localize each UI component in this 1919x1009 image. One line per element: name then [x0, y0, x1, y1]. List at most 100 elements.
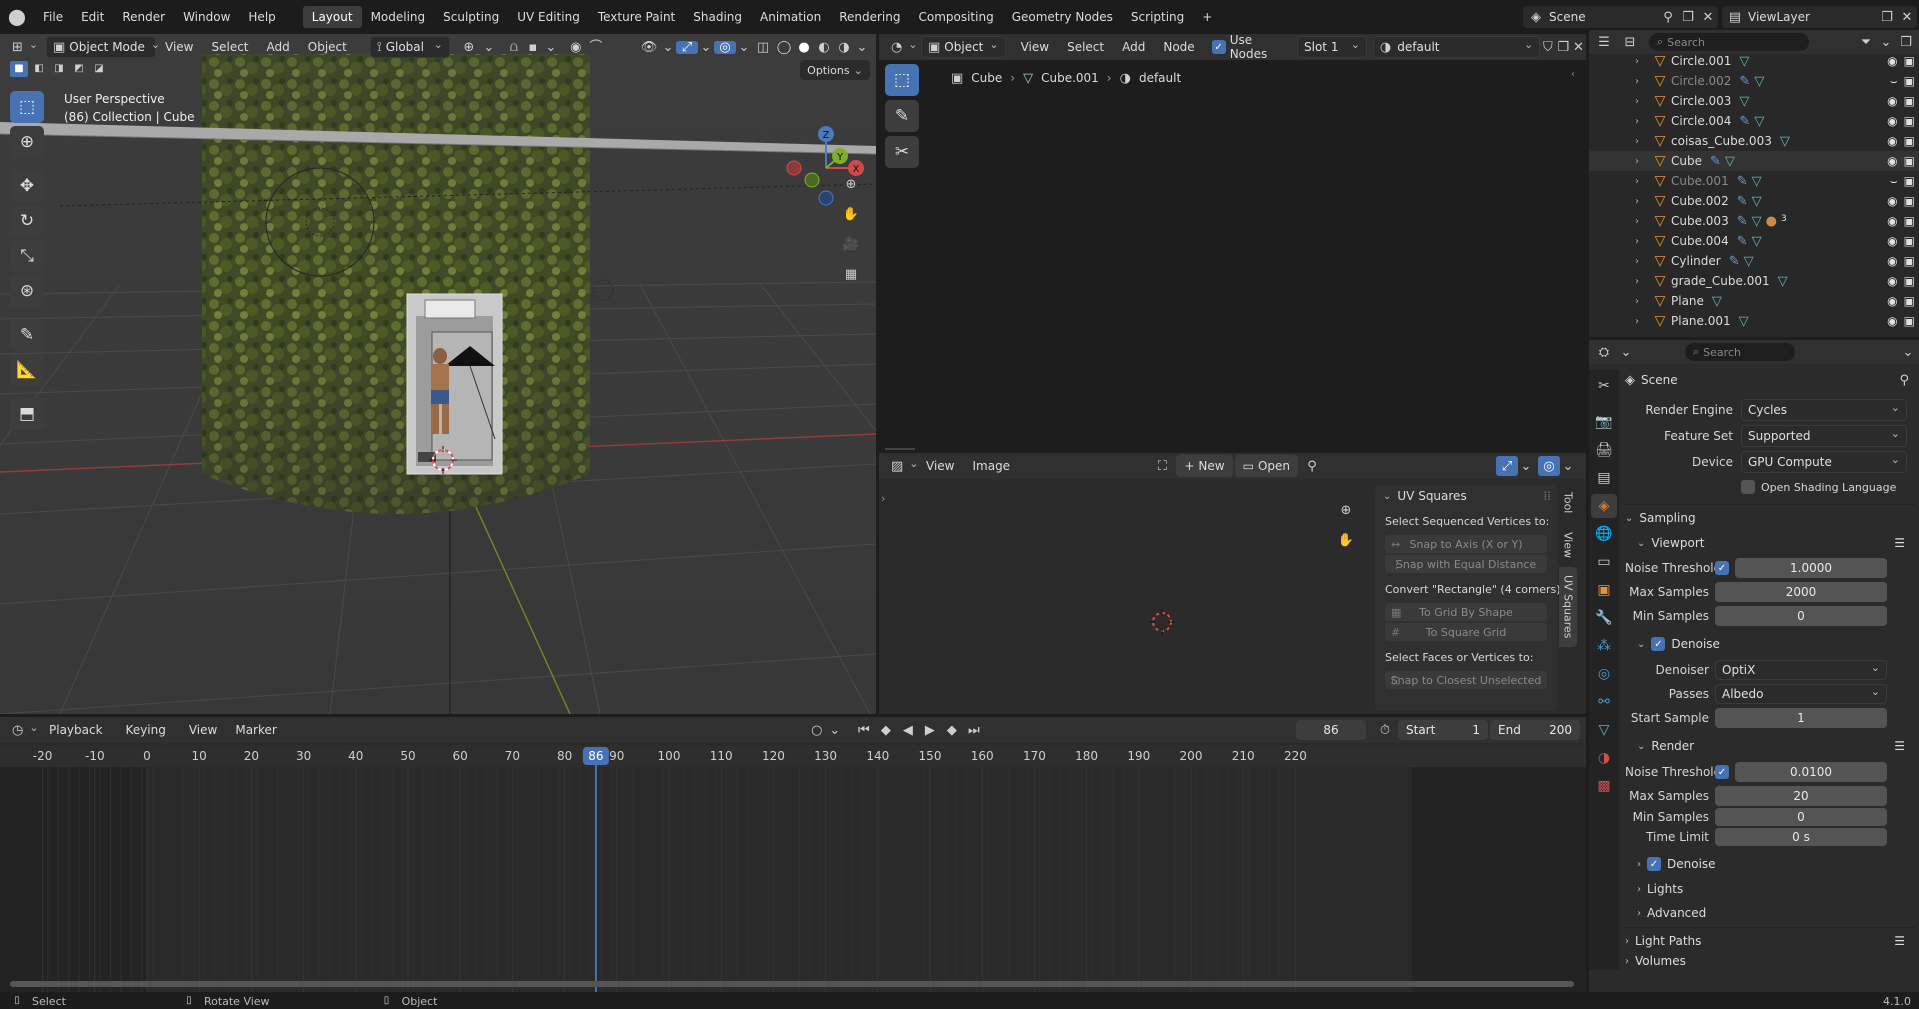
chevron-down-icon[interactable]: ⌄ [1619, 346, 1633, 359]
select-invert-icon[interactable]: ◩ [70, 61, 88, 77]
chevron-right-icon[interactable]: › [1635, 296, 1649, 307]
checkbox-checked-icon[interactable]: ✓ [1715, 765, 1729, 779]
r-max-samples-field[interactable]: 20 [1715, 786, 1887, 806]
r-denoise-subpanel[interactable]: › ✓ Denoise [1625, 851, 1915, 877]
rendered-shading-icon[interactable]: ◑ [834, 41, 854, 54]
osl-row[interactable]: Open Shading Language [1625, 476, 1915, 498]
chevron-down-icon[interactable]: ⌄ [698, 41, 714, 54]
tab-compositing[interactable]: Compositing [909, 6, 1002, 28]
jump-end-icon[interactable]: ⏭ [964, 724, 984, 737]
tab-tool[interactable]: Tool [1559, 483, 1577, 523]
denoiser-dropdown[interactable]: OptiX [1715, 660, 1887, 680]
constraints-tab-icon[interactable]: ⚯ [1591, 690, 1617, 714]
chevron-right-icon[interactable]: › [1635, 136, 1649, 147]
tab-animation[interactable]: Animation [751, 6, 830, 28]
snap-icon[interactable]: ⩍ [504, 41, 524, 54]
new-viewlayer-icon[interactable]: ❐ [1877, 11, 1897, 24]
checkbox-checked-icon[interactable]: ✓ [1715, 561, 1729, 575]
modifier-wrench-icon[interactable]: ✎ [1729, 254, 1740, 269]
use-nodes-toggle[interactable]: ✓ Use Nodes [1211, 33, 1281, 61]
falloff-icon[interactable]: ⌒ [586, 41, 606, 54]
outliner-search-input[interactable]: ⌕ Search [1649, 33, 1809, 51]
square-grid-button[interactable]: # To Square Grid [1385, 623, 1547, 641]
modifier-wrench-icon[interactable]: ✎ [1737, 214, 1748, 229]
outliner-editor-icon[interactable]: ☰ [1589, 36, 1619, 49]
new-scene-icon[interactable]: ❐ [1678, 11, 1698, 24]
chevron-down-icon[interactable]: ⌄ [736, 41, 752, 54]
mesh-data-icon[interactable]: ▽ [1744, 254, 1754, 269]
modifier-wrench-icon[interactable]: ✎ [1737, 234, 1748, 249]
annotate-tool[interactable]: ✎ [10, 319, 44, 351]
select-box-tool[interactable]: ⬚ [10, 91, 44, 123]
object-tab-icon[interactable]: ▣ [1591, 578, 1617, 602]
physics-tab-icon[interactable]: ◎ [1591, 662, 1617, 686]
vp-menu-object[interactable]: Object [299, 36, 356, 58]
start-sample-field[interactable]: 1 [1715, 708, 1887, 728]
light-paths-panel[interactable]: › Light Paths ☰ [1625, 928, 1915, 954]
3d-viewport[interactable]: ⊞ ▣Object Mode ViewSelectAddObject ⟟Glob… [0, 34, 876, 714]
ie-menu-view[interactable]: View [917, 455, 963, 477]
add-cube-tool[interactable]: ⬒ [10, 398, 44, 430]
vp-menu-add[interactable]: Add [258, 36, 299, 58]
links-cut-tool[interactable]: ✂ [885, 136, 919, 168]
vp-min-samples-field[interactable]: 0 [1715, 606, 1887, 626]
presets-list-icon[interactable]: ☰ [1894, 934, 1905, 948]
chevron-right-icon[interactable]: › [1635, 156, 1649, 167]
chevron-right-icon[interactable]: › [1635, 176, 1649, 187]
solid-shading-icon[interactable]: ● [794, 41, 814, 54]
tab-modeling[interactable]: Modeling [362, 6, 435, 28]
camera-render-icon[interactable]: ▣ [1904, 274, 1915, 288]
options-dropdown[interactable]: Options ⌄ [800, 60, 870, 80]
prev-keyframe-icon[interactable]: ◆ [876, 724, 896, 737]
camera-render-icon[interactable]: ▣ [1904, 114, 1915, 128]
menu-render[interactable]: Render [113, 6, 174, 28]
r-noise-threshold-field[interactable]: 0.0100 [1735, 762, 1887, 782]
eye-icon[interactable]: ◉ [1887, 314, 1897, 328]
properties-editor-icon[interactable]: ⛭ [1589, 346, 1619, 359]
outliner-item[interactable]: › ▽ Circle.003 ▽ ◉ ▣ [1589, 91, 1919, 111]
overlays-icon[interactable]: ◎ [1538, 456, 1560, 476]
pin-icon[interactable]: ⚲ [1658, 11, 1678, 24]
rotate-tool[interactable]: ↻ [10, 205, 44, 237]
drag-handle-icon[interactable]: ⁞⁞ [1543, 489, 1551, 503]
outliner[interactable]: ☰ ⊟ ⌕ Search ⏷ ⌄ ❐ › ▽ Circle.001 ▽ ◉ ▣ › ▽ Circl… [1589, 30, 1919, 337]
open-image-button[interactable]: ▭ Open [1234, 455, 1298, 477]
outliner-item[interactable]: › ▽ coisas_Cube.003 ▽ ◉ ▣ [1589, 131, 1919, 151]
outliner-item[interactable]: › ▽ Cube.002 ✎ ▽ ◉ ▣ [1589, 191, 1919, 211]
camera-render-icon[interactable]: ▣ [1904, 74, 1915, 89]
mesh-data-icon[interactable]: ▽ [1754, 74, 1764, 89]
chevron-down-icon[interactable]: ⌄ [854, 41, 870, 54]
slot-dropdown[interactable]: Slot 1 [1297, 36, 1367, 58]
chevron-right-icon[interactable]: › [1635, 116, 1649, 127]
tl-menu-marker[interactable]: Marker [226, 719, 285, 741]
camera-render-icon[interactable]: ▣ [1904, 314, 1915, 328]
node-editor[interactable]: ◔ ▣Object ViewSelectAddNode ✓Use Nodes S… [879, 33, 1586, 450]
snap-equal-button[interactable]: ⋮ Snap with Equal Distance [1385, 555, 1547, 573]
modifier-wrench-icon[interactable]: ✎ [1737, 174, 1748, 189]
mesh-data-icon[interactable]: ▽ [1752, 234, 1762, 249]
ie-menu-image[interactable]: Image [963, 455, 1019, 477]
snap-axis-button[interactable]: ↔ Snap to Axis (X or Y) [1385, 535, 1547, 553]
transform-orientation-dropdown[interactable]: ⟟ Global [369, 36, 450, 58]
outliner-item[interactable]: › ▽ Cube.004 ✎ ▽ ◉ ▣ [1589, 231, 1919, 251]
vp-denoise-subpanel[interactable]: ⌄ ✓ Denoise [1625, 631, 1915, 657]
eye-icon[interactable]: ◉ [1887, 94, 1897, 108]
zoom-icon[interactable]: ⊕ [839, 172, 863, 196]
camera-render-icon[interactable]: ▣ [1904, 174, 1915, 189]
ne-menu-add[interactable]: Add [1113, 36, 1154, 58]
eye-icon[interactable]: ◉ [1887, 234, 1897, 248]
eye-icon[interactable]: ◉ [1887, 194, 1897, 208]
viewlayer-selector[interactable]: ▤ ViewLayer ❐ ✕ [1722, 6, 1917, 28]
chevron-down-icon[interactable]: ⌄ [828, 724, 842, 737]
modifier-wrench-icon[interactable]: ✎ [1739, 74, 1750, 89]
render-subpanel-header[interactable]: ⌄ Render ☰ [1625, 733, 1915, 759]
vp-max-samples-field[interactable]: 2000 [1715, 582, 1887, 602]
vp-menu-select[interactable]: Select [202, 36, 257, 58]
chevron-down-icon[interactable]: ⌄ [480, 41, 498, 54]
mesh-data-icon[interactable]: ▽ [1754, 114, 1764, 129]
eye-icon[interactable]: ◉ [1887, 54, 1897, 68]
view-layer-tab-icon[interactable]: ▤ [1591, 466, 1617, 490]
eye-icon[interactable]: ◉ [1887, 134, 1897, 148]
checkbox-checked-icon[interactable]: ✓ [1647, 857, 1661, 871]
transform-tool[interactable]: ⊛ [10, 275, 44, 307]
